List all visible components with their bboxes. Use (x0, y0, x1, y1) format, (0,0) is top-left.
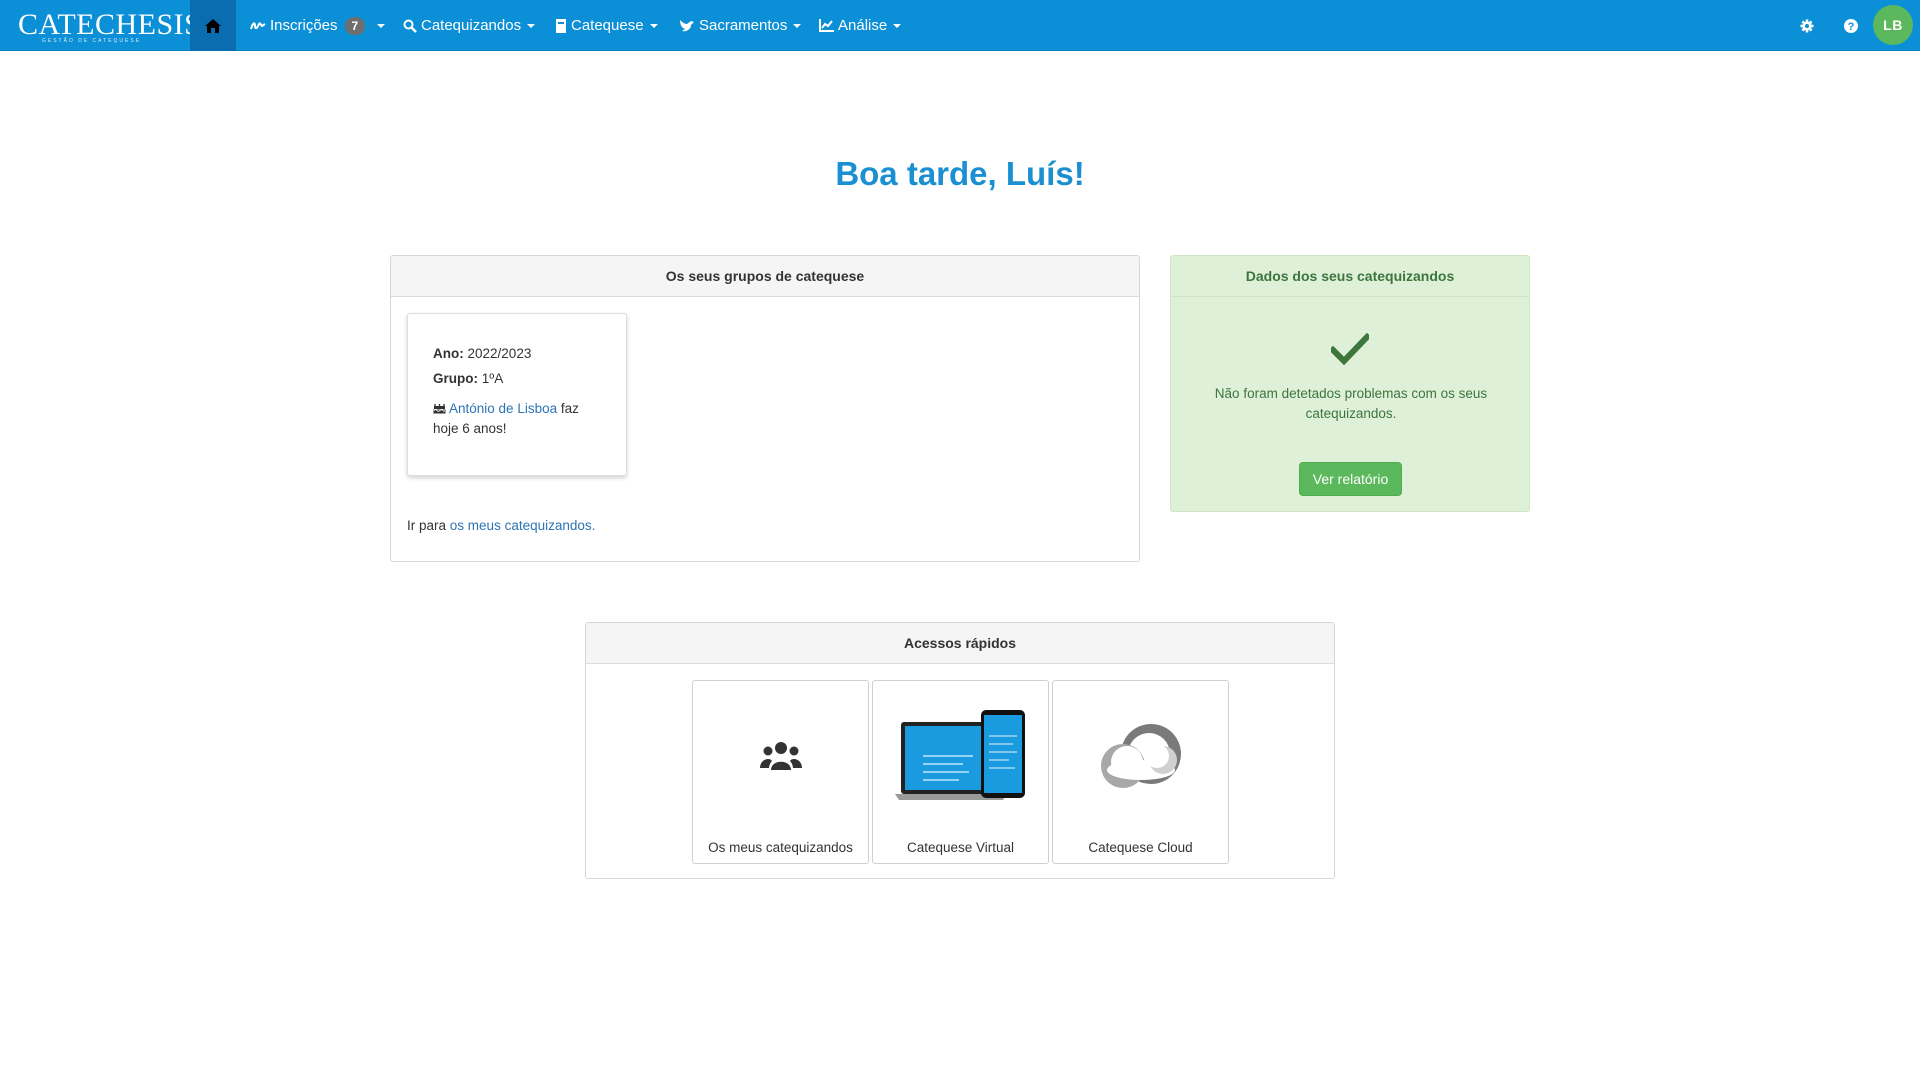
home-icon (205, 18, 221, 33)
nav-catequese[interactable]: Catequese (555, 0, 658, 51)
nav-catequizandos-label: Catequizandos (421, 17, 522, 34)
data-panel-title: Dados dos seus catequizandos (1171, 256, 1529, 297)
nav-catequese-label: Catequese (571, 17, 644, 34)
groups-panel-title: Os seus grupos de catequese (391, 256, 1139, 297)
nav-inscricoes[interactable]: Inscrições 7 (250, 0, 386, 51)
nav-home-button[interactable] (190, 0, 236, 51)
book-icon (556, 18, 566, 33)
groups-panel: Os seus grupos de catequese Ano: 2022/20… (390, 255, 1140, 562)
tile-icon-area (873, 681, 1048, 831)
devices-image (894, 710, 1025, 800)
group-card[interactable]: Ano: 2022/2023 Grupo: 1ºA António de Lis… (407, 313, 627, 476)
chevron-down-icon (893, 23, 902, 28)
chart-icon (819, 19, 834, 32)
navbar: CATECHESIS GESTÃO DE CATEQUESE Inscriçõe… (0, 0, 1920, 51)
birthday-person-link[interactable]: António de Lisboa (449, 401, 557, 416)
tile-meus-catequizandos[interactable]: Os meus catequizandos (692, 680, 869, 864)
chevron-down-icon (527, 23, 536, 28)
inscricoes-count-badge: 7 (344, 16, 366, 35)
group-year-label: Ano: (433, 346, 464, 361)
chevron-down-icon (793, 23, 802, 28)
svg-text:?: ? (1848, 21, 1855, 33)
birthday-text-1: faz (560, 401, 579, 416)
dove-icon (680, 19, 694, 31)
tile-label: Os meus catequizandos (708, 840, 853, 855)
users-icon (759, 742, 802, 770)
nav-inscricoes-label: Inscrições (270, 17, 338, 34)
tile-icon-area (693, 681, 868, 831)
page-greeting: Boa tarde, Luís! (835, 155, 1085, 192)
gear-icon (1800, 19, 1814, 32)
help-button[interactable]: ? (1836, 0, 1866, 51)
settings-button[interactable] (1792, 0, 1822, 51)
view-report-button[interactable]: Ver relatório (1299, 462, 1402, 496)
group-name: Grupo: 1ºA (433, 369, 601, 389)
birthday-notice: António de Lisboa faz hoje 6 anos! (433, 399, 601, 439)
help-icon: ? (1844, 18, 1858, 33)
signature-icon (250, 21, 266, 29)
data-status-panel: Dados dos seus catequizandos Não foram d… (1170, 255, 1530, 512)
nav-sacramentos[interactable]: Sacramentos (679, 0, 802, 51)
user-avatar[interactable]: LB (1873, 5, 1913, 45)
tile-catequese-cloud[interactable]: Catequese Cloud (1052, 680, 1229, 864)
brand-logo[interactable]: CATECHESIS GESTÃO DE CATEQUESE (18, 8, 201, 44)
goto-prefix: Ir para (407, 518, 447, 533)
quick-access-title: Acessos rápidos (586, 623, 1334, 664)
tile-icon-area (1053, 681, 1228, 831)
goto-catequizandos-link[interactable]: os meus catequizandos. (450, 518, 596, 533)
group-name-label: Grupo: (433, 371, 478, 386)
birthday-cake-icon (433, 404, 446, 414)
brand-subtitle: GESTÃO DE CATEQUESE (42, 38, 142, 44)
tile-label: Catequese Cloud (1088, 840, 1193, 855)
tile-catequese-virtual[interactable]: Catequese Virtual (872, 680, 1049, 864)
birthday-text-2: hoje 6 anos! (433, 421, 507, 436)
nav-catequizandos[interactable]: Catequizandos (403, 0, 536, 51)
cloud-logo (1100, 724, 1181, 788)
chevron-down-icon (377, 23, 386, 28)
nav-sacramentos-label: Sacramentos (699, 17, 788, 34)
brand-title: CATECHESIS (18, 8, 202, 41)
search-icon (403, 19, 417, 33)
group-year: Ano: 2022/2023 (433, 344, 601, 364)
group-name-value: 1ºA (481, 371, 504, 386)
tile-label: Catequese Virtual (906, 840, 1015, 855)
nav-analise[interactable]: Análise (819, 0, 902, 51)
checkmark-icon (1331, 333, 1369, 365)
nav-analise-label: Análise (838, 17, 888, 34)
chevron-down-icon (649, 23, 658, 28)
data-status-message: Não foram detetados problemas com os seu… (1214, 386, 1488, 421)
group-year-value: 2022/2023 (467, 346, 532, 361)
goto-catequizandos: Ir para os meus catequizandos. (407, 518, 595, 533)
quick-access-panel: Acessos rápidos Os meus catequizandos Ca… (585, 622, 1335, 879)
